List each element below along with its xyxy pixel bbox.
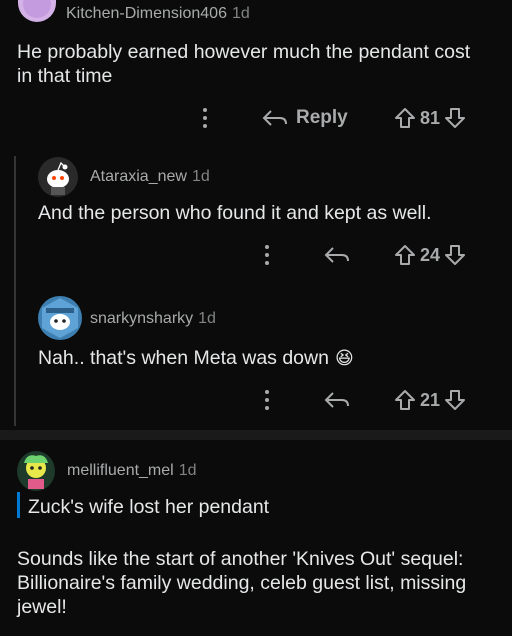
comment-body: He probably earned however much the pend… (17, 41, 471, 87)
comment-author-row: Kitchen-Dimension406 1d (66, 5, 250, 23)
upvote-icon[interactable] (394, 244, 416, 266)
comment-divider (0, 430, 512, 440)
downvote-icon[interactable] (444, 107, 466, 129)
comment-thread: Kitchen-Dimension406 1d He probably earn… (0, 0, 512, 636)
comment-author-row: Ataraxia_new 1d (90, 168, 210, 186)
vote-group: 81 (394, 107, 466, 129)
laughing-emoji: 😆 (334, 348, 354, 368)
more-options-icon[interactable] (262, 243, 272, 267)
username[interactable]: Kitchen-Dimension406 (66, 5, 227, 23)
more-options-icon[interactable] (200, 106, 210, 130)
reply-arrow-icon (324, 392, 349, 408)
username[interactable]: snarkynsharky (90, 310, 193, 328)
comment-author-row: mellifluent_mel 1d (67, 462, 197, 480)
comment-age: 1d (191, 168, 210, 185)
avatar[interactable] (17, 451, 55, 491)
downvote-icon[interactable] (444, 244, 466, 266)
avatar[interactable] (38, 157, 78, 197)
comment-age: 1d (178, 462, 197, 479)
comment-body: Sounds like the start of another 'Knives… (17, 548, 467, 618)
comment-body: And the person who found it and kept as … (38, 202, 432, 224)
reply-arrow-icon (324, 247, 349, 263)
vote-score: 21 (420, 389, 441, 410)
upvote-icon[interactable] (394, 389, 416, 411)
reply-arrow-icon (262, 110, 287, 126)
comment-actions: 21 (0, 385, 512, 415)
reply-button[interactable] (324, 245, 350, 265)
reply-button[interactable]: Reply (262, 107, 348, 129)
comment-age: 1d (231, 5, 250, 22)
more-options-icon[interactable] (262, 388, 272, 412)
comment-actions: Reply 81 (0, 103, 512, 133)
vote-score: 24 (420, 244, 441, 265)
comment-age: 1d (198, 310, 216, 327)
comment-body: Nah.. that's when Meta was down 😆 (38, 347, 354, 369)
comment-actions: 24 (0, 240, 512, 270)
quote-bar (17, 492, 20, 518)
username[interactable]: mellifluent_mel (67, 462, 174, 480)
vote-score: 81 (420, 107, 441, 128)
reply-button[interactable] (324, 390, 350, 410)
avatar[interactable] (18, 0, 56, 22)
upvote-icon[interactable] (394, 107, 416, 129)
quoted-text: Zuck's wife lost her pendant (28, 496, 270, 518)
downvote-icon[interactable] (444, 389, 466, 411)
username[interactable]: Ataraxia_new (90, 168, 187, 186)
vote-group: 24 (394, 244, 466, 266)
avatar[interactable] (38, 296, 82, 340)
vote-group: 21 (394, 389, 466, 411)
comment-author-row: snarkynsharky 1d (90, 310, 216, 328)
